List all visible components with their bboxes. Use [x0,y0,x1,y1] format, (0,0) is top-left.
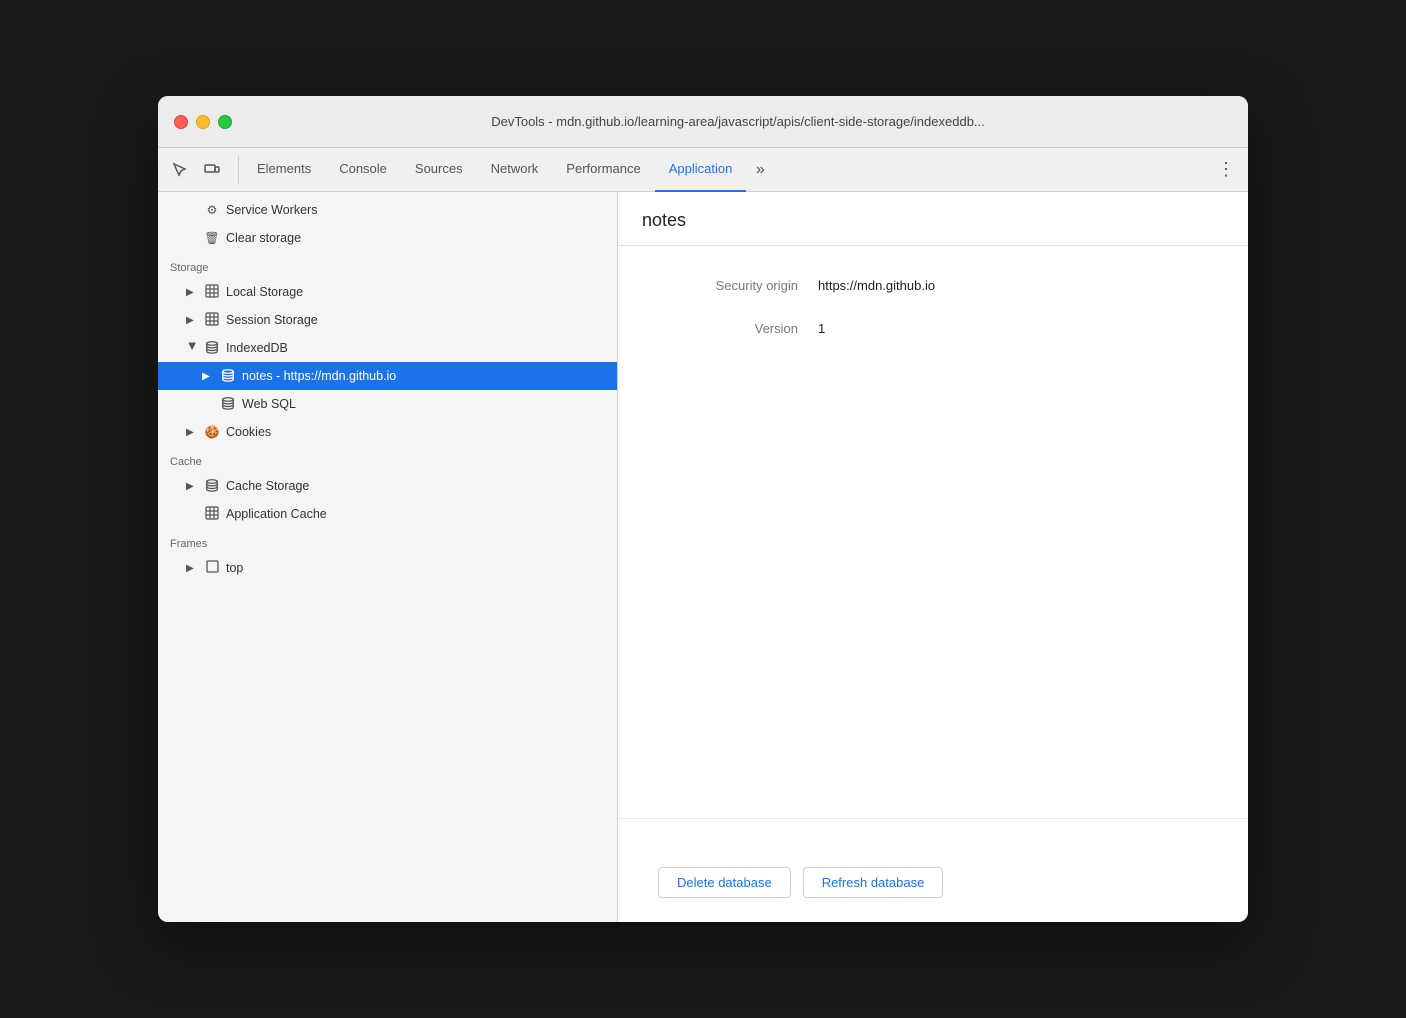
tab-network[interactable]: Network [477,148,553,192]
web-sql-icon [220,396,236,413]
content-body: Security origin https://mdn.github.io Ve… [618,246,1248,794]
sidebar-label-top-frame: top [226,561,243,575]
traffic-lights [174,115,232,129]
frames-section-header: Frames [158,528,617,554]
service-workers-icon: ⚙ [204,203,220,217]
toolbar-right: ⋮ [1212,156,1240,184]
action-buttons-row: Delete database Refresh database [618,843,1248,922]
cache-storage-arrow: ▶ [186,481,198,492]
tab-application[interactable]: Application [655,148,747,192]
security-origin-row: Security origin https://mdn.github.io [658,278,1208,293]
refresh-database-button[interactable]: Refresh database [803,867,944,898]
sidebar-label-notes-db: notes - https://mdn.github.io [242,369,396,383]
indexed-db-arrow: ▶ [187,342,198,354]
top-frame-arrow: ▶ [186,563,198,574]
cookies-arrow: ▶ [186,427,198,438]
local-storage-arrow: ▶ [186,287,198,298]
content-header: notes [618,192,1248,246]
sidebar-item-top-frame[interactable]: ▶ top [158,554,617,582]
content-panel: notes Security origin https://mdn.github… [618,192,1248,922]
version-row: Version 1 [658,321,1208,336]
db-title: notes [642,210,1224,231]
cookies-icon: 🍪 [204,425,220,439]
sidebar-label-session-storage: Session Storage [226,313,318,327]
close-button[interactable] [174,115,188,129]
tab-console[interactable]: Console [325,148,401,192]
content-divider [618,818,1248,819]
sidebar-label-indexed-db: IndexedDB [226,341,288,355]
cache-section-header: Cache [158,446,617,472]
sidebar-label-cache-storage: Cache Storage [226,479,309,493]
sidebar-item-local-storage[interactable]: ▶ Local Storage [158,278,617,306]
sidebar-label-service-workers: Service Workers [226,203,317,217]
tab-sources[interactable]: Sources [401,148,477,192]
sidebar: ⚙ Service Workers 🗑 Clear storage Storag… [158,192,618,922]
cache-storage-icon [204,478,220,495]
session-storage-arrow: ▶ [186,315,198,326]
sidebar-item-cache-storage[interactable]: ▶ Cache Storage [158,472,617,500]
sidebar-item-session-storage[interactable]: ▶ Session Storage [158,306,617,334]
devtools-tabs: Elements Console Sources Network Perform… [243,148,774,191]
version-value: 1 [818,321,825,336]
sidebar-label-cookies: Cookies [226,425,271,439]
toolbar-icons [166,156,239,184]
version-label: Version [658,321,818,336]
session-storage-icon [204,312,220,329]
sidebar-item-app-cache[interactable]: Application Cache [158,500,617,528]
titlebar: DevTools - mdn.github.io/learning-area/j… [158,96,1248,148]
delete-database-button[interactable]: Delete database [658,867,791,898]
more-tabs-button[interactable]: » [746,156,774,184]
sidebar-label-clear-storage: Clear storage [226,231,301,245]
devtools-toolbar: Elements Console Sources Network Perform… [158,148,1248,192]
sidebar-item-notes-db[interactable]: ▶ notes - https://mdn.github.io [158,362,617,390]
indexed-db-icon [204,340,220,357]
inspect-element-button[interactable] [166,156,194,184]
devtools-window: DevTools - mdn.github.io/learning-area/j… [158,96,1248,922]
security-origin-value: https://mdn.github.io [818,278,935,293]
clear-storage-icon: 🗑 [204,231,220,245]
tab-performance[interactable]: Performance [552,148,654,192]
main-layout: ⚙ Service Workers 🗑 Clear storage Storag… [158,192,1248,922]
sidebar-item-cookies[interactable]: ▶ 🍪 Cookies [158,418,617,446]
sidebar-item-service-workers[interactable]: ⚙ Service Workers [158,196,617,224]
minimize-button[interactable] [196,115,210,129]
security-origin-label: Security origin [658,278,818,293]
tab-elements[interactable]: Elements [243,148,325,192]
maximize-button[interactable] [218,115,232,129]
frame-icon [204,560,220,576]
storage-section-header: Storage [158,252,617,278]
devtools-menu-button[interactable]: ⋮ [1212,156,1240,184]
notes-db-icon [220,368,236,385]
app-cache-icon [204,506,220,523]
local-storage-icon [204,284,220,301]
sidebar-label-app-cache: Application Cache [226,507,327,521]
sidebar-label-web-sql: Web SQL [242,397,296,411]
notes-db-arrow: ▶ [202,371,214,382]
sidebar-item-clear-storage[interactable]: 🗑 Clear storage [158,224,617,252]
device-toolbar-button[interactable] [198,156,226,184]
sidebar-item-web-sql[interactable]: Web SQL [158,390,617,418]
window-title: DevTools - mdn.github.io/learning-area/j… [244,114,1232,129]
sidebar-label-local-storage: Local Storage [226,285,303,299]
sidebar-item-indexed-db[interactable]: ▶ IndexedDB [158,334,617,362]
